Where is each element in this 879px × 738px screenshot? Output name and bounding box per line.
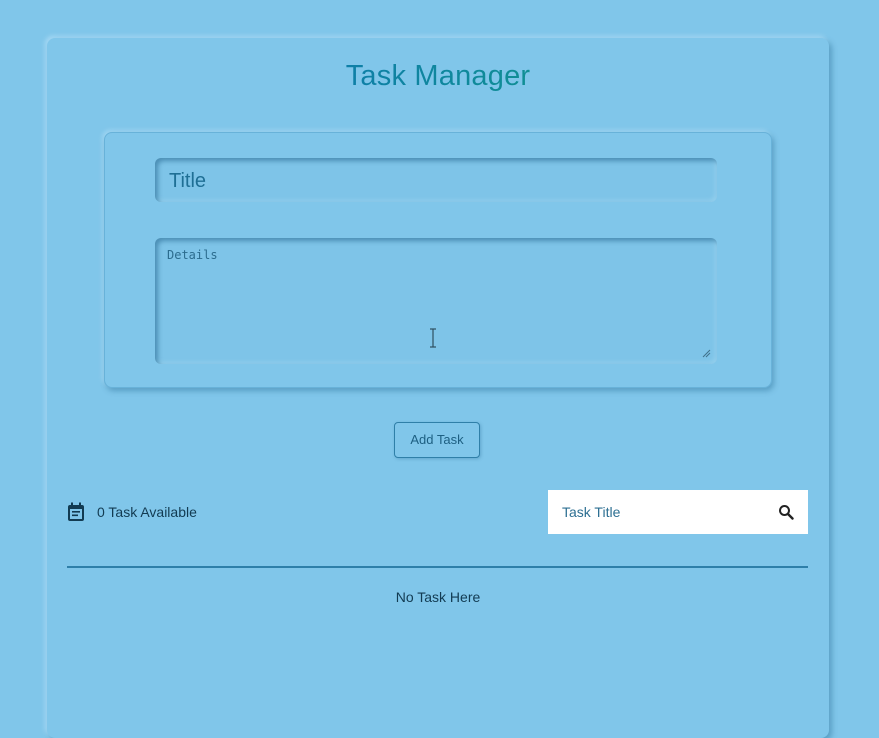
search-input[interactable]: Task Title (548, 490, 808, 534)
details-textarea-placeholder: Details (167, 248, 218, 262)
search-icon[interactable] (778, 504, 794, 520)
page-title: Task Manager (47, 60, 829, 93)
task-form-panel: Title Details (104, 132, 772, 388)
title-input-placeholder: Title (169, 170, 207, 192)
task-count-label: 0 Task Available (97, 504, 197, 520)
search-placeholder: Task Title (562, 504, 621, 520)
calendar-icon (68, 502, 84, 521)
task-manager-card: Task Manager Title Details Add Task 0 Ta… (47, 38, 829, 738)
task-count: 0 Task Available (67, 500, 197, 524)
resize-grip-icon[interactable] (701, 348, 711, 358)
empty-task-message: No Task Here (395, 589, 481, 605)
title-input[interactable]: Title (155, 158, 717, 202)
add-task-button[interactable]: Add Task (394, 422, 480, 458)
text-cursor-icon (430, 328, 436, 348)
list-divider (67, 566, 808, 568)
